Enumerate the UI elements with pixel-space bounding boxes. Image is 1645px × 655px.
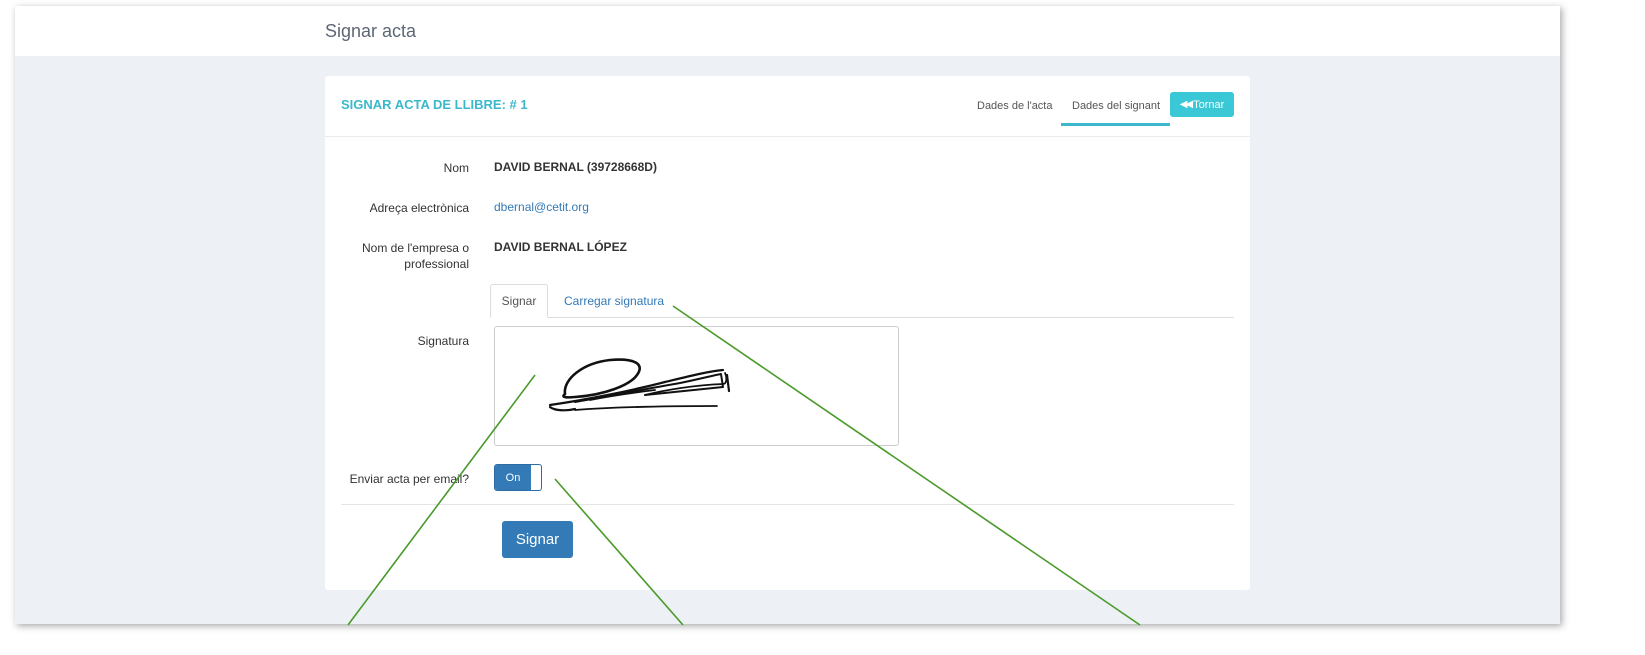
- email-label: Adreça electrònica: [369, 201, 469, 215]
- submit-signar-button[interactable]: Signar: [502, 521, 573, 558]
- sign-panel: SIGNAR ACTA DE LLIBRE: # 1 Dades de l'ac…: [325, 76, 1250, 590]
- send-email-label: Enviar acta per email?: [349, 472, 469, 486]
- form-divider: [341, 504, 1234, 505]
- signature-tabs-border: [490, 317, 1234, 318]
- send-email-toggle[interactable]: On: [494, 464, 542, 491]
- double-chevron-left-icon: ◀◀: [1179, 99, 1193, 110]
- signature-label: Signatura: [417, 334, 469, 348]
- back-button[interactable]: ◀◀ Tornar: [1170, 92, 1234, 117]
- empresa-label-line2: professional: [404, 257, 469, 271]
- nom-label: Nom: [443, 161, 469, 175]
- app-window: Signar acta SIGNAR ACTA DE LLIBRE: # 1 D…: [15, 6, 1560, 624]
- tab-signar[interactable]: Signar: [490, 284, 548, 318]
- nom-value: DAVID BERNAL (39728668D): [494, 160, 657, 174]
- back-button-label: Tornar: [1193, 98, 1225, 111]
- tab-dades-acta[interactable]: Dades de l'acta: [977, 100, 1052, 112]
- toggle-on-label: On: [495, 465, 531, 490]
- tab-dades-signant[interactable]: Dades del signant: [1072, 100, 1160, 112]
- empresa-label-line1: Nom de l'empresa o: [361, 241, 469, 255]
- signature-pad[interactable]: [494, 326, 899, 446]
- panel-heading: SIGNAR ACTA DE LLIBRE: # 1 Dades de l'ac…: [325, 76, 1250, 137]
- active-tab-indicator: [1061, 123, 1170, 126]
- tab-carregar-signatura[interactable]: Carregar signatura: [564, 294, 664, 308]
- empresa-value: DAVID BERNAL LÓPEZ: [494, 240, 627, 254]
- page-title: Signar acta: [325, 21, 417, 41]
- email-link[interactable]: dbernal@cetit.org: [494, 200, 589, 214]
- panel-title: SIGNAR ACTA DE LLIBRE: # 1: [341, 97, 528, 112]
- signature-drawing: [548, 358, 731, 412]
- page-header: Signar acta: [15, 6, 1560, 56]
